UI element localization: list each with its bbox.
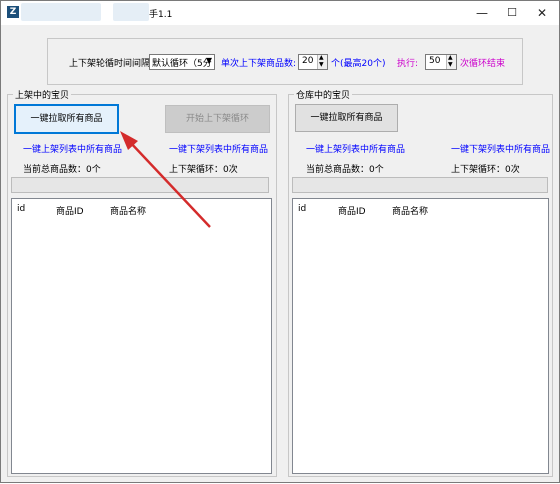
annotation-arrow [120, 131, 211, 228]
annotation-arrow-line [128, 140, 211, 228]
app-window: Z 手1.1 — ☐ ✕ 上下架轮循时间间隔: 默认循环（5分 ▼ 单次上下架商… [0, 0, 560, 483]
